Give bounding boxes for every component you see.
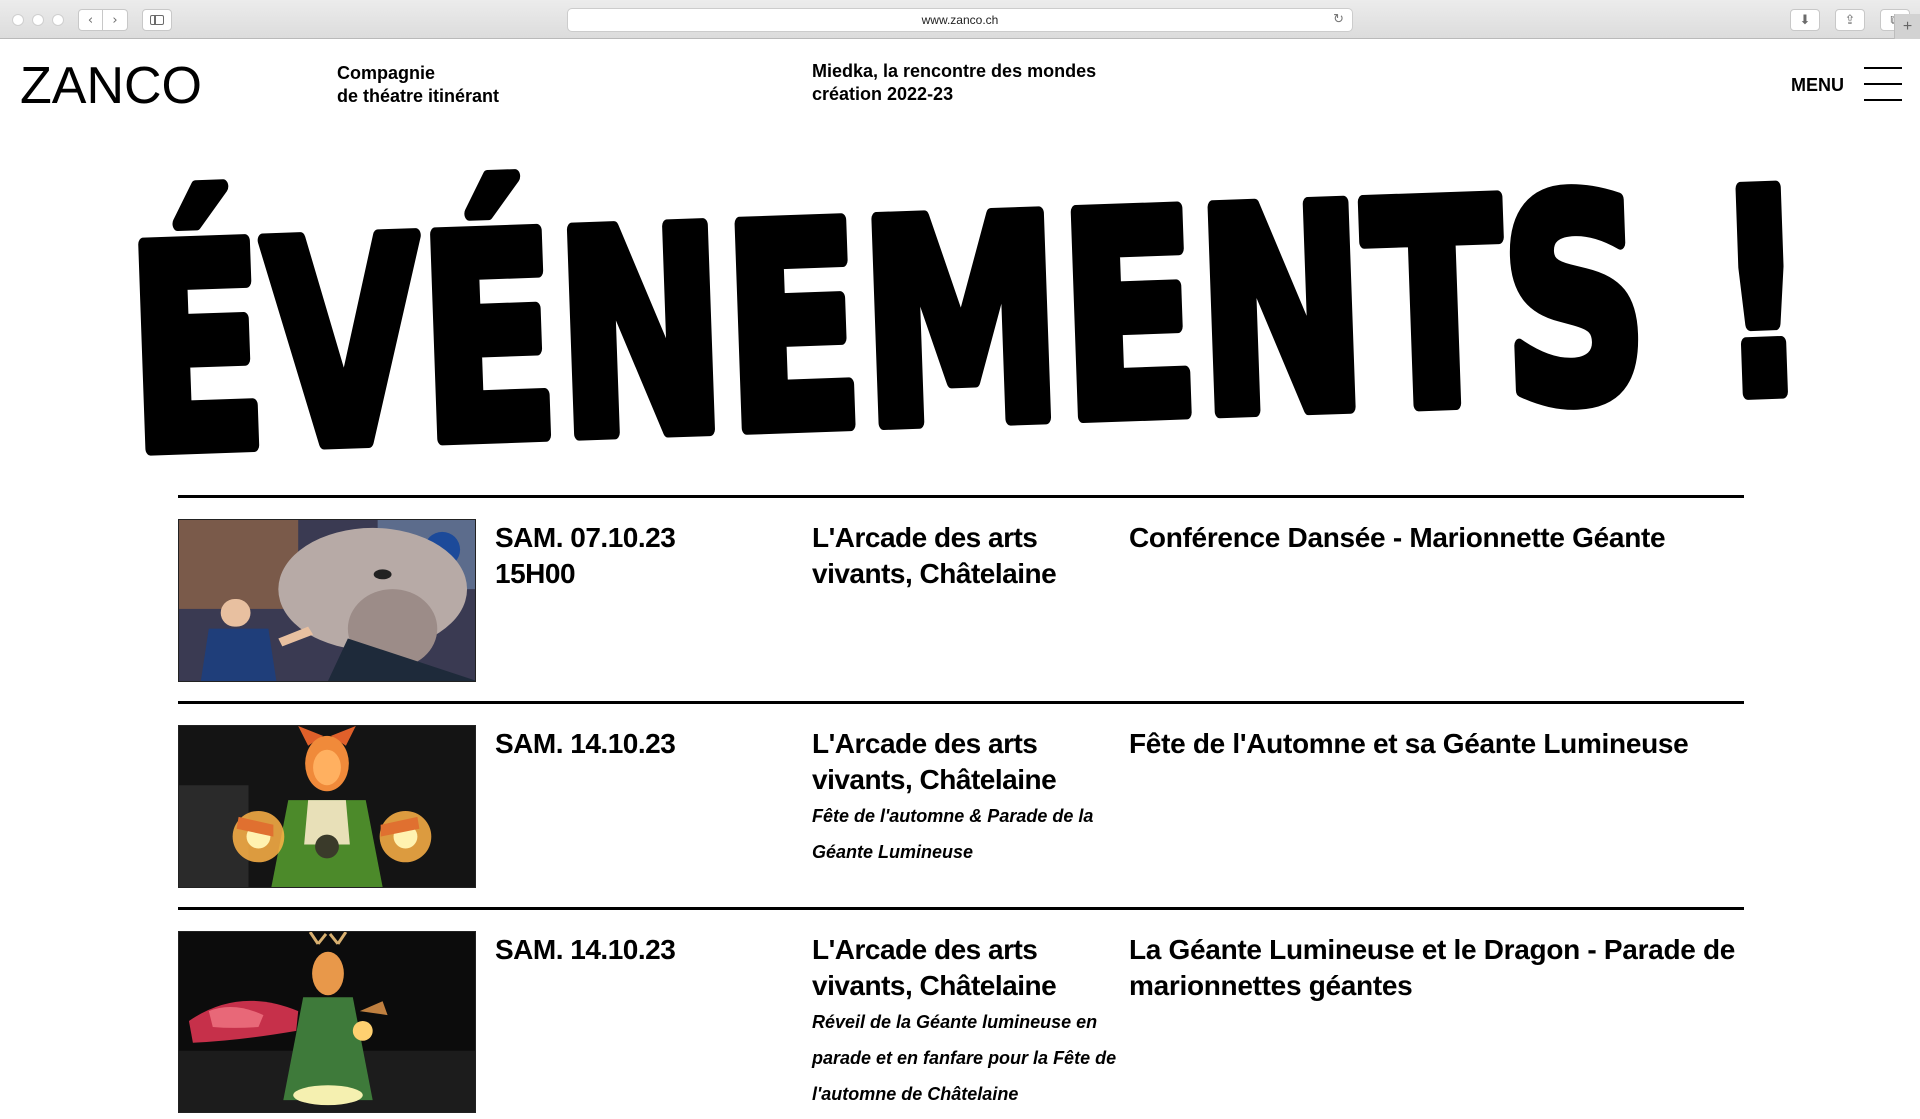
chevron-right-icon: › xyxy=(112,12,118,28)
production-line: création 2022-23 xyxy=(812,84,954,104)
site-logo[interactable]: ZANCO xyxy=(20,56,202,116)
back-button[interactable]: ‹ xyxy=(78,9,103,31)
event-title-link[interactable]: Conférence Dansée - Marionnette Géante xyxy=(1129,520,1744,556)
company-tagline: Compagnie de théatre itinérant xyxy=(337,62,499,108)
event-venue: L'Arcade des arts vivants, Châtelaine xyxy=(812,934,1057,1001)
close-window-icon[interactable] xyxy=(12,14,24,26)
event-thumbnail-giant-and-dragon[interactable] xyxy=(178,931,476,1113)
page-title: ÉVÉNEMENTS ! xyxy=(116,120,1820,523)
event-row[interactable]: SAM. 07.10.23 15H00 L'Arcade des arts vi… xyxy=(178,495,1744,701)
downloads-button[interactable]: ⬇ xyxy=(1790,9,1820,31)
sidebar-icon xyxy=(150,15,164,25)
plus-icon: + xyxy=(1902,17,1913,35)
download-icon: ⬇ xyxy=(1799,12,1811,28)
event-row[interactable]: SAM. 14.10.23 L'Arcade des arts vivants,… xyxy=(178,701,1744,907)
event-date-text: SAM. 07.10.23 xyxy=(495,522,676,553)
hamburger-menu-icon[interactable] xyxy=(1864,65,1902,103)
event-date-text: SAM. 14.10.23 xyxy=(495,934,676,965)
event-venue: L'Arcade des arts vivants, Châtelaine xyxy=(812,522,1057,589)
events-list: SAM. 07.10.23 15H00 L'Arcade des arts vi… xyxy=(178,495,1744,1119)
menu-label[interactable]: MENU xyxy=(1791,75,1844,96)
zoom-window-icon[interactable] xyxy=(52,14,64,26)
url-text: www.zanco.ch xyxy=(921,13,999,27)
production-line: Miedka, la rencontre des mondes xyxy=(812,61,1097,81)
new-tab-button[interactable]: + xyxy=(1894,14,1920,39)
event-venue: L'Arcade des arts vivants, Châtelaine xyxy=(812,728,1057,795)
event-date-text: SAM. 14.10.23 xyxy=(495,728,676,759)
event-title-link[interactable]: La Géante Lumineuse et le Dragon - Parad… xyxy=(1129,932,1744,1004)
event-date: SAM. 14.10.23 xyxy=(495,932,676,968)
current-production-link[interactable]: Miedka, la rencontre des mondes création… xyxy=(812,60,1096,106)
event-date: SAM. 07.10.23 15H00 xyxy=(495,520,676,592)
browser-toolbar: ‹ › www.zanco.ch ↻ ⬇ ⇪ ⧉ + xyxy=(0,0,1920,39)
minimize-window-icon[interactable] xyxy=(32,14,44,26)
forward-button[interactable]: › xyxy=(103,9,128,31)
event-time-text: 15H00 xyxy=(495,558,576,589)
event-date: SAM. 14.10.23 xyxy=(495,726,676,762)
event-note: Réveil de la Géante lumineuse en parade … xyxy=(812,1012,1117,1104)
page-title-text: ÉVÉNEMENTS ! xyxy=(123,128,1813,460)
address-bar[interactable]: www.zanco.ch ↻ xyxy=(567,8,1353,32)
chevron-left-icon: ‹ xyxy=(87,12,94,28)
tagline-line: Compagnie xyxy=(337,63,436,83)
sidebar-toggle-button[interactable] xyxy=(142,9,172,31)
tagline-line: de théatre itinérant xyxy=(337,86,500,106)
event-title-link[interactable]: Fête de l'Automne et sa Géante Lumineuse xyxy=(1129,726,1744,762)
event-note: Fête de l'automne & Parade de la Géante … xyxy=(812,806,1094,862)
event-thumbnail-lantern-giant[interactable] xyxy=(178,725,476,888)
event-row[interactable]: SAM. 14.10.23 L'Arcade des arts vivants,… xyxy=(178,907,1744,1119)
event-thumbnail-ram-puppet[interactable] xyxy=(178,519,476,682)
reload-icon[interactable]: ↻ xyxy=(1333,12,1344,27)
share-icon: ⇪ xyxy=(1844,12,1856,28)
share-button[interactable]: ⇪ xyxy=(1835,9,1865,31)
